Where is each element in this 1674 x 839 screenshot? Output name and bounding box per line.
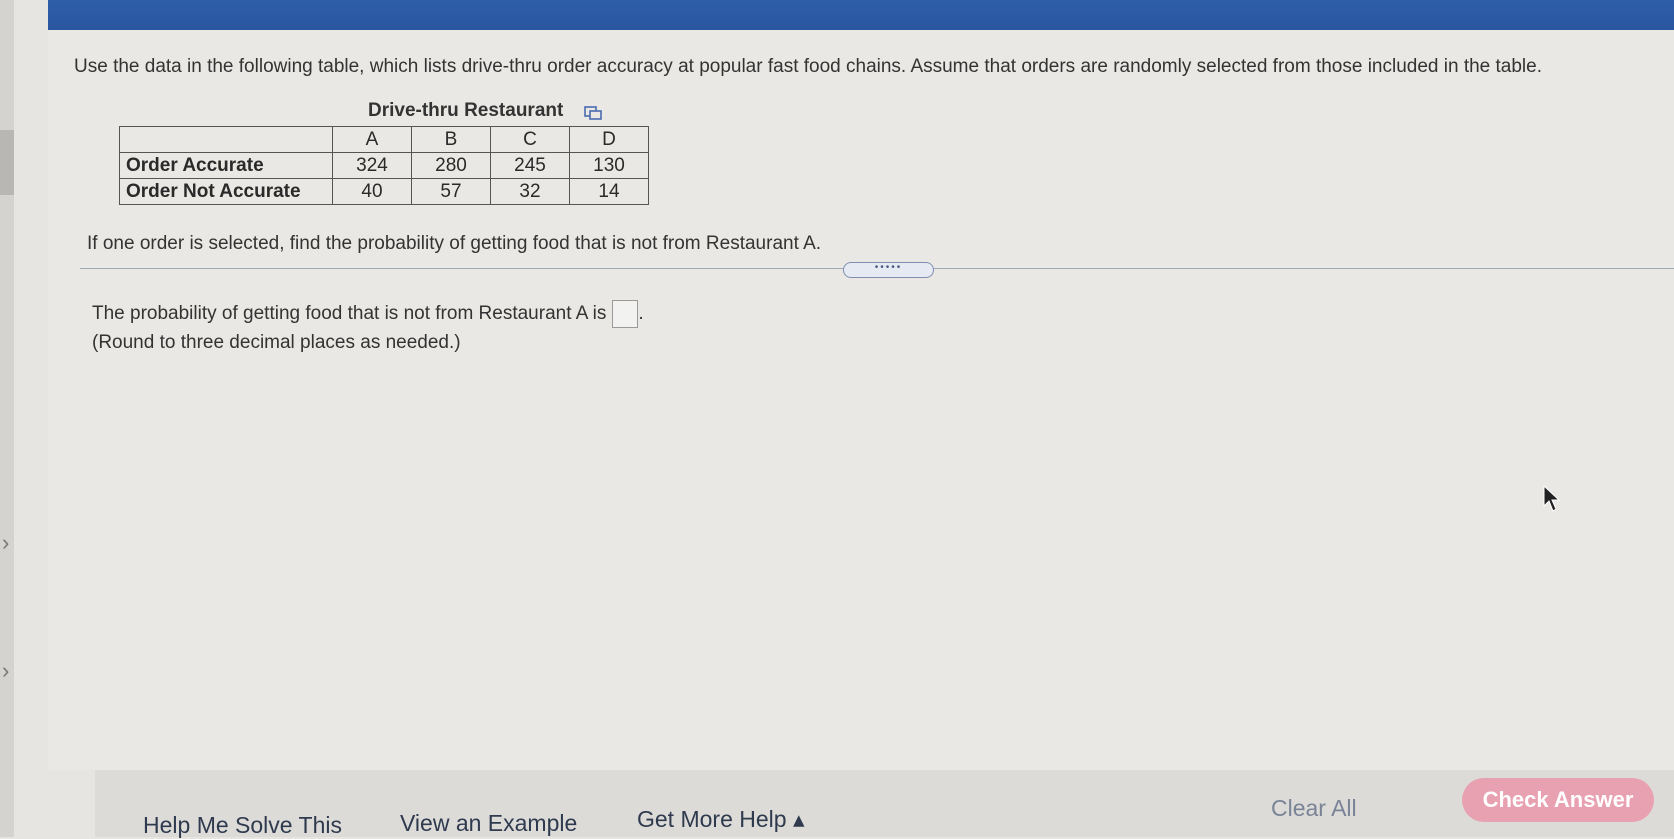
table-caption: Drive-thru Restaurant <box>368 100 564 121</box>
top-header-bar <box>48 0 1674 30</box>
answer-line: The probability of getting food that is … <box>92 300 644 328</box>
chevron-right-icon[interactable]: › <box>2 658 9 684</box>
mouse-cursor-icon <box>1543 484 1561 512</box>
answer-suffix: . <box>638 303 644 325</box>
copy-table-icon[interactable] <box>584 104 602 120</box>
table-cell: 14 <box>569 178 649 205</box>
table-cell: 245 <box>490 152 570 179</box>
column-header: A <box>332 126 412 153</box>
column-header: B <box>411 126 491 153</box>
table-cell: 280 <box>411 152 491 179</box>
table-cell: 57 <box>411 178 491 205</box>
answer-prompt: The probability of getting food that is … <box>92 303 607 325</box>
row-label: Order Not Accurate <box>119 178 333 205</box>
table-row: Order Accurate 324 280 245 130 <box>119 152 649 179</box>
instructions-text: Use the data in the following table, whi… <box>74 56 1543 77</box>
rounding-note: (Round to three decimal places as needed… <box>92 332 461 353</box>
column-header: D <box>569 126 649 153</box>
divider-drag-handle[interactable]: ••••• <box>843 262 934 278</box>
table-row: Order Not Accurate 40 57 32 14 <box>119 178 649 205</box>
table-cell: 130 <box>569 152 649 179</box>
view-example-button[interactable]: View an Example <box>400 810 577 837</box>
clear-all-button[interactable]: Clear All <box>1271 795 1357 822</box>
get-more-help-button[interactable]: Get More Help ▴ <box>637 806 805 833</box>
table-header-row: A B C D <box>119 126 649 153</box>
table-corner-cell <box>119 126 333 153</box>
answer-input[interactable] <box>612 300 639 328</box>
table-cell: 32 <box>490 178 570 205</box>
chevron-right-icon[interactable]: › <box>2 530 9 556</box>
question-text: If one order is selected, find the proba… <box>87 233 822 254</box>
row-label: Order Accurate <box>119 152 333 179</box>
check-answer-button[interactable]: Check Answer <box>1462 778 1654 822</box>
column-header: C <box>490 126 570 153</box>
help-me-solve-button[interactable]: Help Me Solve This <box>143 812 342 839</box>
left-rail-accent <box>0 130 14 195</box>
drive-thru-table: A B C D Order Accurate 324 280 245 130 O… <box>119 126 649 205</box>
table-cell: 40 <box>332 178 412 205</box>
table-cell: 324 <box>332 152 412 179</box>
left-rail: › › <box>0 0 14 837</box>
